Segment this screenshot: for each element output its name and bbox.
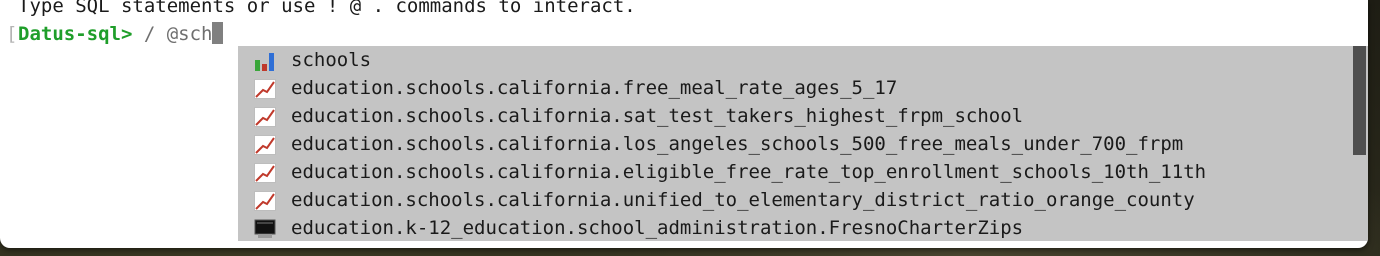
prompt-label: Datus-sql> — [18, 23, 133, 45]
completion-item-label: education.k-12_education.school_administ… — [291, 217, 1024, 239]
scrollbar-thumb[interactable] — [1353, 46, 1366, 155]
completion-item[interactable]: education.schools.california.sat_test_ta… — [238, 102, 1352, 130]
completion-item[interactable]: education.schools.california.eligible_fr… — [238, 158, 1352, 186]
terminal-window[interactable]: Type SQL statements or use ! @ . command… — [0, 0, 1368, 248]
bar-chart-icon — [255, 53, 274, 71]
completion-item[interactable]: education.schools.california.los_angeles… — [238, 130, 1352, 158]
prompt-bracket: [ — [6, 23, 18, 45]
typed-input[interactable]: @sch — [167, 23, 213, 45]
line-chart-icon — [254, 191, 276, 211]
completion-item[interactable]: education.schools.california.unified_to_… — [238, 186, 1352, 214]
completion-item-label: education.schools.california.sat_test_ta… — [291, 105, 1024, 127]
monitor-icon — [254, 219, 276, 238]
prompt-separator: / — [132, 23, 167, 45]
completion-scrollbar[interactable] — [1353, 46, 1366, 241]
line-chart-icon — [254, 79, 276, 99]
completion-item[interactable]: schools — [238, 46, 1352, 74]
line-chart-icon — [254, 107, 276, 127]
completion-item-label: education.schools.california.eligible_fr… — [291, 161, 1207, 183]
completion-item[interactable]: education.schools.california.free_meal_r… — [238, 74, 1352, 102]
completion-item-label: education.schools.california.unified_to_… — [291, 189, 1195, 211]
completion-item[interactable]: education.k-12_education.school_administ… — [238, 214, 1352, 242]
line-chart-icon — [254, 135, 276, 155]
completion-item-label: education.schools.california.los_angeles… — [291, 133, 1184, 155]
completion-menu[interactable]: schools education.schools.california.fre… — [238, 46, 1368, 241]
completion-item-label: education.schools.california.free_meal_r… — [291, 77, 898, 99]
command-line[interactable]: Datus-sql> / @sch — [18, 22, 224, 46]
line-chart-icon — [254, 163, 276, 183]
completion-item-label: schools — [291, 49, 372, 71]
intro-message: Type SQL statements or use ! @ . command… — [18, 0, 636, 17]
text-cursor — [212, 22, 224, 44]
